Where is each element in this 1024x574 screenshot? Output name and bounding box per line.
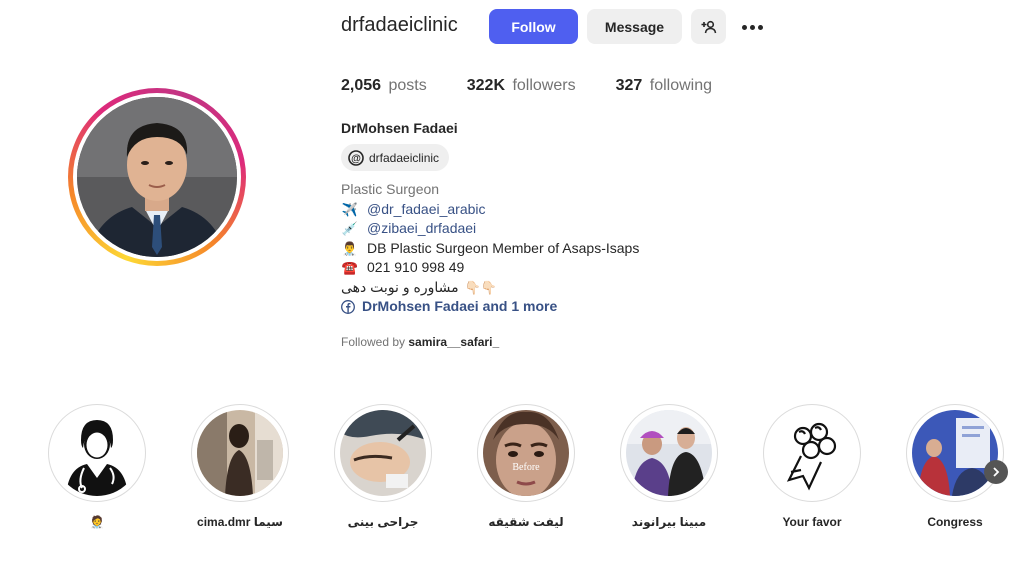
highlight-item[interactable]: جراحی بینی — [328, 404, 438, 529]
followed-by-user: samira__safari_ — [408, 335, 500, 349]
credentials-text: DB Plastic Surgeon Member of Asaps-Isaps — [367, 239, 640, 256]
telephone-icon: ☎️ — [341, 260, 359, 275]
followers-stat[interactable]: 322K followers — [467, 77, 576, 95]
more-dot-icon — [749, 24, 755, 30]
highlight-cover — [626, 410, 712, 496]
more-dot-icon — [741, 24, 747, 30]
bio-line-credentials: 👨‍⚕️ DB Plastic Surgeon Member of Asaps-… — [341, 239, 639, 259]
highlight-cover-ring — [334, 404, 432, 502]
profile-stats: 2,056 posts 322K followers 327 following — [341, 77, 752, 95]
highlight-label: Your favor — [782, 515, 842, 529]
story-highlights: 🧑‍⚕️ cima.dmr سیما — [0, 404, 1024, 544]
message-button[interactable]: Message — [587, 9, 682, 44]
syringe-icon: 💉 — [341, 221, 359, 236]
highlight-item[interactable]: Before لیفت شقیقه — [471, 404, 581, 529]
highlight-cover-ring — [48, 404, 146, 502]
profile-photo — [77, 97, 237, 257]
highlight-photo: Before — [483, 410, 569, 496]
following-stat[interactable]: 327 following — [616, 77, 712, 95]
avatar-frame — [73, 93, 241, 261]
follow-button[interactable]: Follow — [489, 9, 578, 44]
more-dot-icon — [757, 24, 763, 30]
threads-badge[interactable]: @ drfadaeiclinic — [341, 144, 450, 171]
facebook-icon — [341, 299, 355, 314]
highlight-item[interactable]: cima.dmr سیما — [185, 404, 295, 529]
bio-line-consultation: مشاوره و نوبت دهی 👇🏻👇🏻 — [341, 278, 639, 298]
flower-bouquet-icon — [769, 410, 855, 496]
highlight-label: Congress — [927, 515, 983, 529]
followed-by-prefix: Followed by — [341, 335, 406, 349]
highlight-cover-ring — [763, 404, 861, 502]
airplane-icon: ✈️ — [341, 201, 359, 217]
suggest-user-button[interactable] — [691, 9, 726, 44]
profile-bio: Plastic Surgeon ✈️ @dr_fadaei_arabic 💉 @… — [341, 180, 639, 317]
add-user-icon — [701, 20, 716, 33]
posts-label: posts — [388, 77, 427, 94]
before-label: Before — [512, 462, 540, 473]
bio-line-phone: ☎️ 021 910 998 49 — [341, 258, 639, 278]
svg-text:@: @ — [351, 153, 361, 164]
mention-link-arabic[interactable]: @dr_fadaei_arabic — [367, 200, 486, 220]
highlight-cover-ring: Before — [477, 404, 575, 502]
pointing-down-icon: 👇🏻👇🏻 — [464, 279, 497, 295]
highlight-item[interactable]: Your favor — [757, 404, 867, 529]
threads-handle: drfadaeiclinic — [369, 150, 440, 165]
profile-avatar[interactable] — [77, 97, 237, 257]
highlight-cover — [197, 410, 283, 496]
phone-number: 021 910 998 49 — [367, 259, 465, 275]
highlight-label: لیفت شقیقه — [488, 515, 564, 529]
highlight-cover — [912, 410, 998, 496]
highlight-cover-ring — [191, 404, 289, 502]
posts-stat: 2,056 posts — [341, 77, 427, 95]
highlight-cover-ring — [620, 404, 718, 502]
chevron-right-icon — [993, 467, 1000, 477]
profile-category: Plastic Surgeon — [341, 181, 440, 197]
following-label: following — [649, 77, 713, 94]
highlight-cover — [769, 410, 855, 496]
highlight-photo — [340, 410, 426, 496]
profile-full-name: DrMohsen Fadaei — [341, 120, 458, 136]
bio-line-facebook[interactable]: DrMohsen Fadaei and 1 more — [341, 297, 639, 317]
profile-avatar-ring[interactable] — [68, 88, 246, 266]
highlight-item[interactable]: مبینا بیرانوند — [614, 404, 724, 529]
threads-icon: @ — [348, 149, 364, 166]
doctor-icon — [54, 410, 140, 496]
facebook-link[interactable]: DrMohsen Fadaei and 1 more — [362, 297, 557, 317]
consultation-text: مشاوره و نوبت دهی — [341, 278, 459, 295]
bio-line-zibaei-account: 💉 @zibaei_drfadaei — [341, 219, 639, 239]
following-count: 327 — [615, 77, 643, 94]
highlight-label: 🧑‍⚕️ — [89, 515, 105, 529]
highlights-next-button[interactable] — [984, 460, 1008, 484]
followers-count: 322K — [466, 77, 505, 94]
bio-line-arabic-account: ✈️ @dr_fadaei_arabic — [341, 200, 639, 220]
highlight-photo — [626, 410, 712, 496]
highlight-cover: Before — [483, 410, 569, 496]
profile-username: drfadaeiclinic — [341, 14, 458, 36]
options-more-button[interactable] — [737, 14, 767, 40]
highlight-label: مبینا بیرانوند — [631, 515, 707, 529]
followers-label: followers — [512, 77, 576, 94]
highlight-cover — [54, 410, 140, 496]
highlight-item[interactable]: 🧑‍⚕️ — [42, 404, 152, 529]
highlight-photo — [912, 410, 998, 496]
highlight-label: جراحی بینی — [347, 515, 419, 529]
highlight-cover-ring — [906, 404, 1004, 502]
mention-link-zibaei[interactable]: @zibaei_drfadaei — [367, 219, 476, 239]
doctor-emoji-icon: 👨‍⚕️ — [341, 240, 359, 256]
highlight-cover — [340, 410, 426, 496]
followed-by[interactable]: Followed by samira__safari_ — [341, 335, 499, 349]
highlight-photo — [197, 410, 283, 496]
posts-count: 2,056 — [341, 77, 382, 94]
highlight-label: cima.dmr سیما — [197, 515, 283, 529]
